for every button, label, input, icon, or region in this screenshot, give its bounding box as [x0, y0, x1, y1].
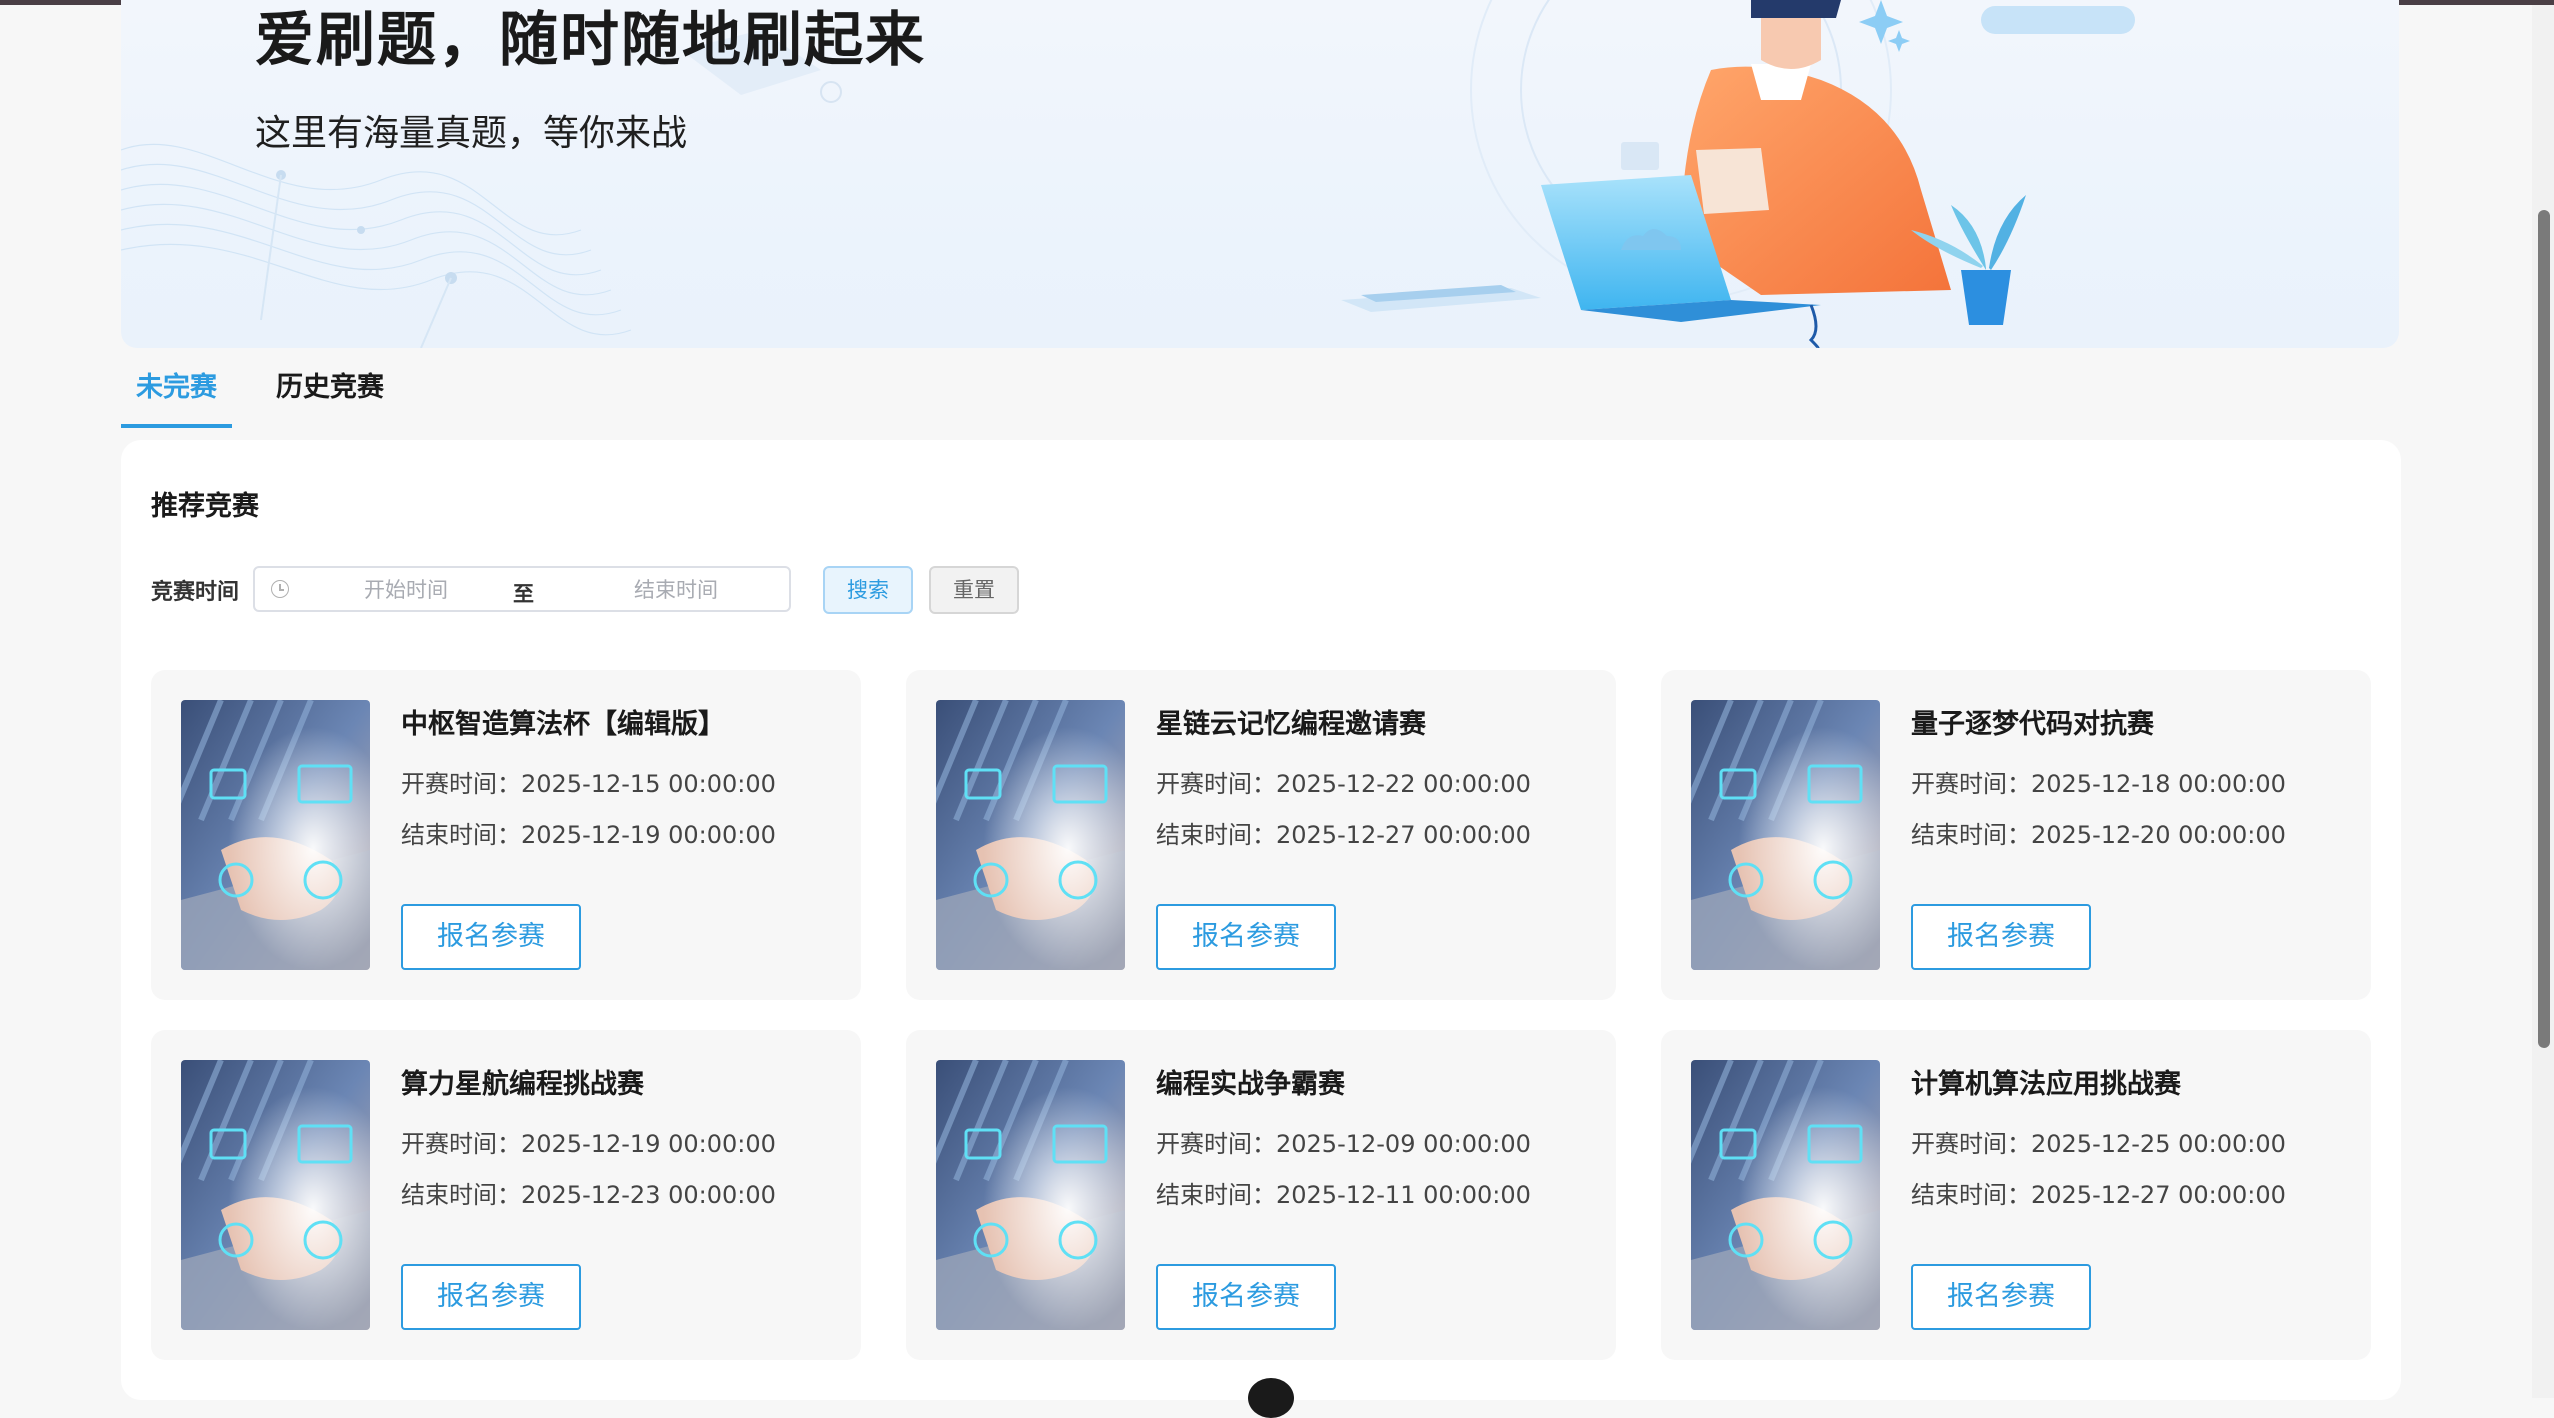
floating-handle[interactable]	[1248, 1378, 1294, 1418]
tab-history[interactable]: 历史竞赛	[276, 360, 384, 424]
range-separator: 至	[513, 582, 534, 606]
competition-end-time: 结束时间：2025-12-23 00:00:00	[401, 1181, 776, 1209]
competition-thumbnail	[1691, 700, 1880, 970]
join-button[interactable]: 报名参赛	[401, 904, 581, 970]
competition-card: 中枢智造算法杯【编辑版】 开赛时间：2025-12-15 00:00:00 结束…	[151, 670, 861, 1000]
join-button[interactable]: 报名参赛	[1911, 904, 2091, 970]
clock-icon	[271, 580, 289, 598]
competition-card: 量子逐梦代码对抗赛 开赛时间：2025-12-18 00:00:00 结束时间：…	[1661, 670, 2371, 1000]
join-button[interactable]: 报名参赛	[1156, 904, 1336, 970]
competition-title: 编程实战争霸赛	[1156, 1069, 1345, 1100]
join-button[interactable]: 报名参赛	[1156, 1264, 1336, 1330]
section-title: 推荐竞赛	[151, 491, 259, 522]
competition-start-time: 开赛时间：2025-12-15 00:00:00	[401, 770, 776, 798]
banner-subtitle: 这里有海量真题，等你来战	[255, 113, 688, 154]
competition-thumbnail	[181, 1060, 370, 1330]
competition-title: 中枢智造算法杯【编辑版】	[401, 709, 725, 740]
competition-end-time: 结束时间：2025-12-20 00:00:00	[1911, 821, 2286, 849]
hero-banner: 爱刷题，随时随地刷起来 这里有海量真题，等你来战	[121, 0, 2399, 348]
reset-button[interactable]: 重置	[929, 566, 1019, 614]
competition-end-time: 结束时间：2025-12-27 00:00:00	[1911, 1181, 2286, 1209]
competition-start-time: 开赛时间：2025-12-09 00:00:00	[1156, 1130, 1531, 1158]
competition-start-time: 开赛时间：2025-12-25 00:00:00	[1911, 1130, 2286, 1158]
competition-title: 计算机算法应用挑战赛	[1911, 1069, 2181, 1100]
competition-end-time: 结束时间：2025-12-11 00:00:00	[1156, 1181, 1531, 1209]
competition-title: 星链云记忆编程邀请赛	[1156, 709, 1426, 740]
join-button[interactable]: 报名参赛	[1911, 1264, 2091, 1330]
competition-end-time: 结束时间：2025-12-19 00:00:00	[401, 821, 776, 849]
competition-end-time: 结束时间：2025-12-27 00:00:00	[1156, 821, 1531, 849]
filter-label: 竞赛时间	[151, 580, 240, 605]
competition-panel: 推荐竞赛 竞赛时间 至 搜索 重置	[121, 440, 2401, 1400]
scrollbar-thumb[interactable]	[2538, 210, 2550, 1048]
date-range-picker[interactable]: 至	[253, 566, 791, 612]
end-date-input[interactable]	[589, 576, 763, 604]
competition-thumbnail	[936, 1060, 1125, 1330]
competition-start-time: 开赛时间：2025-12-18 00:00:00	[1911, 770, 2286, 798]
join-button[interactable]: 报名参赛	[401, 1264, 581, 1330]
tab-unfinished[interactable]: 未完赛	[121, 360, 232, 428]
start-date-input[interactable]	[319, 576, 493, 604]
competition-thumbnail	[1691, 1060, 1880, 1330]
competition-card: 编程实战争霸赛 开赛时间：2025-12-09 00:00:00 结束时间：20…	[906, 1030, 1616, 1360]
competition-title: 算力星航编程挑战赛	[401, 1069, 644, 1100]
competition-card: 计算机算法应用挑战赛 开赛时间：2025-12-25 00:00:00 结束时间…	[1661, 1030, 2371, 1360]
competition-thumbnail	[181, 700, 370, 970]
competition-card: 星链云记忆编程邀请赛 开赛时间：2025-12-22 00:00:00 结束时间…	[906, 670, 1616, 1000]
banner-title: 爱刷题，随时随地刷起来	[255, 5, 927, 74]
competition-start-time: 开赛时间：2025-12-19 00:00:00	[401, 1130, 776, 1158]
search-button[interactable]: 搜索	[823, 566, 913, 614]
competition-title: 量子逐梦代码对抗赛	[1911, 709, 2154, 740]
competition-thumbnail	[936, 700, 1125, 970]
competition-card: 算力星航编程挑战赛 开赛时间：2025-12-19 00:00:00 结束时间：…	[151, 1030, 861, 1360]
competition-start-time: 开赛时间：2025-12-22 00:00:00	[1156, 770, 1531, 798]
